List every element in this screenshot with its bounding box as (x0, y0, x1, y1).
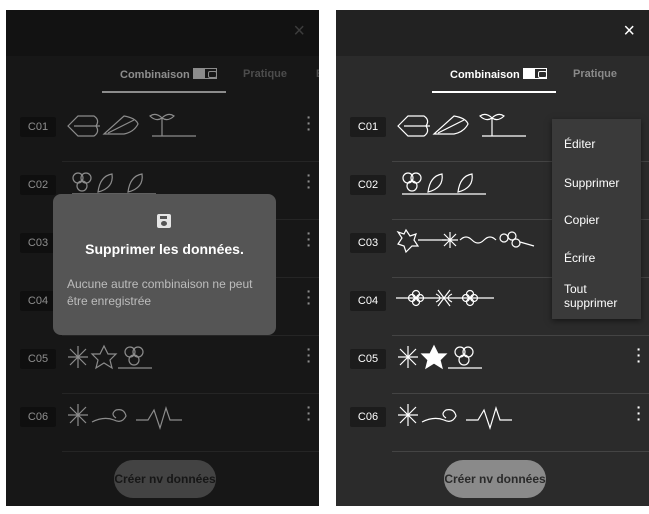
tab-combinaison[interactable]: Combinaison (450, 68, 547, 81)
dialog-message: Aucune autre combinaison ne peut être en… (67, 277, 253, 308)
stitch-pattern-leaves (397, 113, 526, 137)
stitch-pattern-floral-vine (396, 228, 535, 254)
menu-item-delete[interactable]: Supprimer (564, 176, 619, 190)
combination-code: C01 (350, 117, 386, 137)
pattern-text-icon (522, 68, 547, 79)
tab-bar: Combinaison Pratique (336, 56, 649, 100)
stitch-pattern-flowers (402, 172, 486, 195)
menu-item-copy[interactable]: Copier (564, 213, 599, 227)
more-icon[interactable]: · · · (633, 400, 645, 426)
close-icon[interactable]: × (623, 21, 635, 41)
stitch-pattern-stars (398, 344, 482, 370)
context-menu: Éditer Supprimer Copier Écrire Tout supp… (552, 119, 641, 319)
combination-code: C04 (350, 291, 386, 311)
dialog-title: Supprimer les données. (85, 241, 244, 257)
save-icon (157, 214, 171, 228)
combination-code: C03 (350, 233, 386, 253)
delete-data-dialog: Supprimer les données. Aucune autre comb… (53, 194, 276, 335)
list-item[interactable]: C06 · · · (336, 394, 649, 452)
menu-item-delete-all[interactable]: Tout supprimer (564, 282, 634, 310)
menu-item-edit[interactable]: Éditer (564, 137, 595, 151)
tab-combinaison-label: Combinaison (450, 69, 520, 81)
right-screen: × Combinaison Pratique C01 C02 C03 C04 C… (336, 10, 649, 506)
tab-underline (432, 91, 556, 93)
stitch-pattern-snowflake-heart (398, 404, 512, 430)
tab-pratique[interactable]: Pratique (573, 68, 617, 80)
combination-code: C02 (350, 175, 386, 195)
menu-item-write[interactable]: Écrire (564, 251, 595, 265)
more-icon[interactable]: · · · (633, 342, 645, 368)
create-data-button[interactable]: Créer nv données (444, 460, 546, 498)
left-screen: × Combinaison Pratique B C01 ··· C02 ···… (6, 10, 319, 506)
list-item[interactable]: C05 · · · (336, 336, 649, 394)
divider (392, 451, 649, 452)
top-bar: × (336, 10, 649, 56)
combination-code: C05 (350, 349, 386, 369)
stitch-pattern-clovers (396, 289, 494, 307)
combination-code: C06 (350, 407, 386, 427)
